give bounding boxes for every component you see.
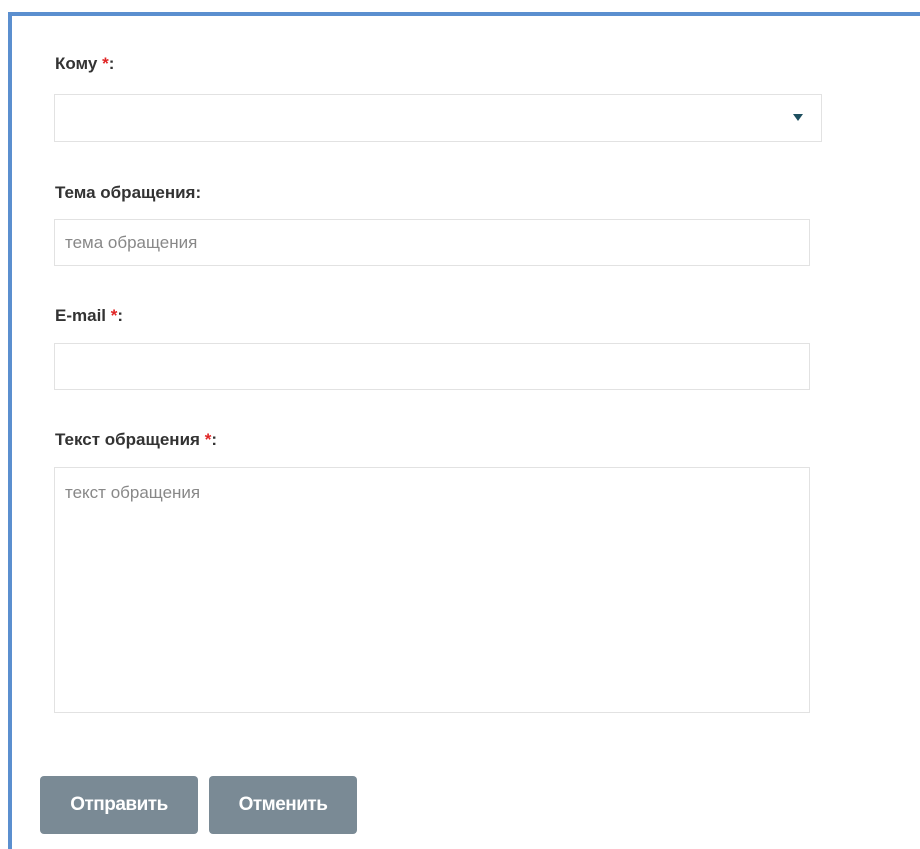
email-label: E-mail *:: [55, 306, 123, 326]
message-label-text: Текст обращения: [55, 430, 200, 449]
chevron-down-icon: [793, 114, 803, 121]
to-required-mark: *: [102, 54, 109, 73]
to-select[interactable]: [54, 94, 822, 142]
to-label-text: Кому: [55, 54, 98, 73]
to-label: Кому *:: [55, 54, 114, 74]
email-label-colon: :: [117, 306, 124, 325]
subject-input[interactable]: [54, 219, 810, 266]
cancel-button[interactable]: Отменить: [209, 776, 357, 834]
to-label-colon: :: [108, 54, 115, 73]
message-textarea[interactable]: [54, 467, 810, 713]
submit-button[interactable]: Отправить: [40, 776, 198, 834]
email-input[interactable]: [54, 343, 810, 390]
message-label-colon: :: [211, 430, 217, 449]
message-label: Текст обращения *:: [55, 430, 217, 450]
subject-label: Тема обращения:: [55, 183, 202, 202]
email-label-text: E-mail: [55, 306, 107, 325]
